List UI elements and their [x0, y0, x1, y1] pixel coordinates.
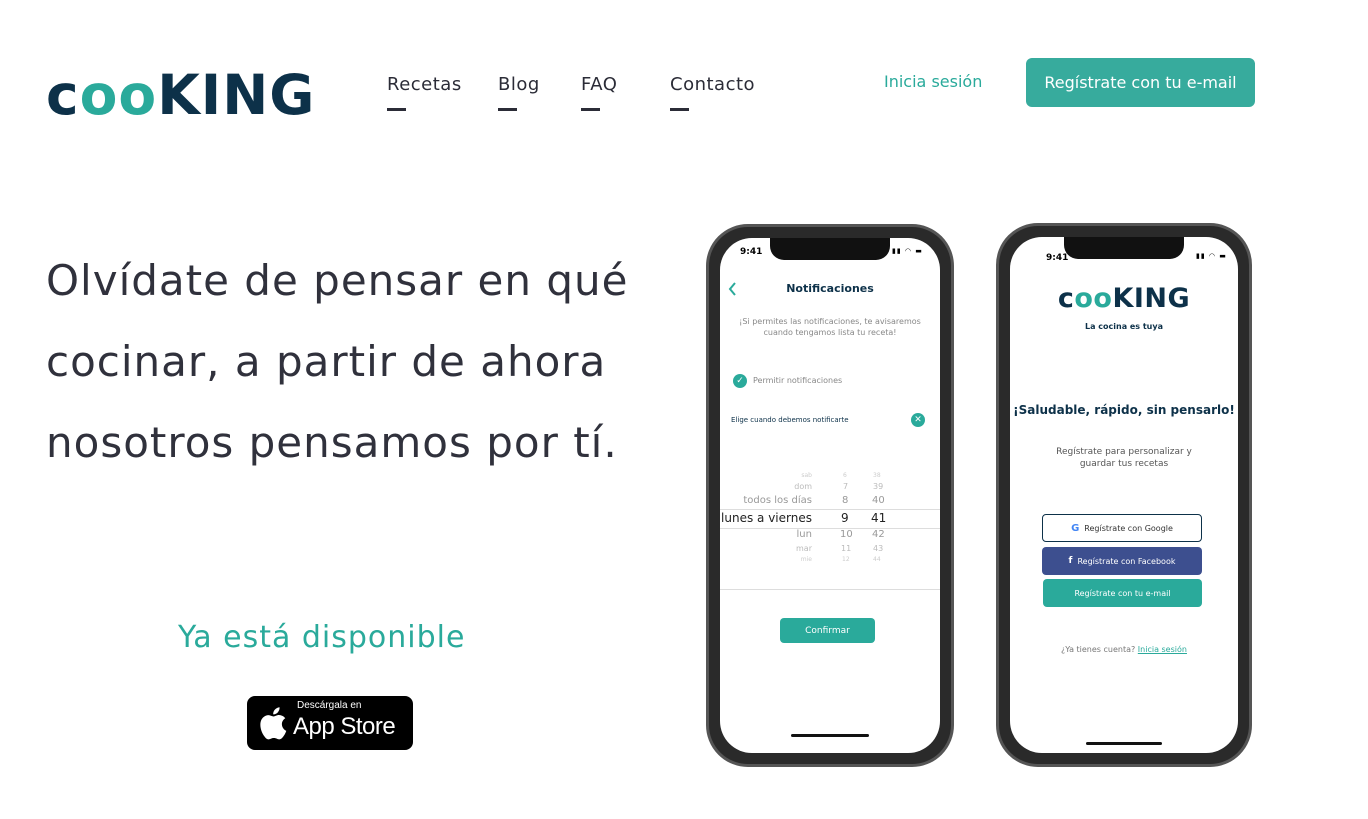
email-signup-button[interactable]: Regístrate con tu e-mail [1043, 579, 1202, 607]
nav-underline [670, 108, 689, 111]
login-prompt: ¿Ya tienes cuenta? Inicia sesión [1010, 645, 1238, 654]
phone-signup: 9:41 ▮▮ ◠ ▬ cooKING La cocina es tuya ¡S… [996, 223, 1252, 767]
hero-line: cocinar, a partir de ahora [46, 337, 607, 386]
nav-underline [498, 108, 517, 111]
desc-line: Regístrate para personalizar y [1056, 447, 1192, 457]
nav-underline [387, 108, 406, 111]
google-signup-button[interactable]: G Regístrate con Google [1042, 514, 1202, 542]
brand-logo[interactable]: cooKING [46, 62, 315, 128]
google-icon: G [1071, 522, 1080, 534]
nav-faq[interactable]: FAQ [581, 74, 617, 111]
nav-recetas[interactable]: Recetas [387, 74, 462, 111]
availability-text: Ya está disponible [178, 620, 466, 655]
confirm-button[interactable]: Confirmar [780, 618, 875, 643]
logo-part1: c [1057, 283, 1075, 314]
desc-line: guardar tus recetas [1079, 459, 1169, 469]
signup-email-button[interactable]: Regístrate con tu e-mail [1026, 58, 1255, 107]
logo-part3: KING [157, 63, 316, 127]
nav-label: Recetas [387, 74, 462, 95]
desc-line: cuando tengamos lista tu receta! [763, 328, 897, 337]
phone-screen: 9:41 ▮▮ ◠ ▬ cooKING La cocina es tuya ¡S… [1010, 237, 1238, 753]
signup-headline: ¡Saludable, rápido, sin pensarlo! [1013, 403, 1235, 417]
time-picker[interactable]: sab 6 38 dom 7 39 todos los días 8 40 lunes a … [720, 472, 940, 592]
signup-description: Regístrate para personalizar y guardar t… [1010, 446, 1238, 470]
nav-underline [581, 108, 600, 111]
app-store-small-text: Descárgala en [297, 700, 362, 711]
home-indicator [791, 734, 869, 737]
nav-contacto[interactable]: Contacto [670, 74, 755, 111]
app-tagline: La cocina es tuya [1085, 322, 1163, 331]
check-icon[interactable]: ✓ [733, 374, 747, 388]
phone-notifications: 9:41 ▮▮ ◠ ▬ Notificaciones ¡Si permites … [706, 224, 954, 767]
facebook-signup-button[interactable]: f Regístrate con Facebook [1042, 547, 1202, 575]
account-question: ¿Ya tienes cuenta? [1061, 645, 1136, 654]
close-icon[interactable]: ✕ [911, 413, 925, 427]
apple-icon [260, 707, 287, 740]
google-label: Regístrate con Google [1084, 523, 1173, 533]
status-time: 9:41 [740, 247, 763, 257]
facebook-label: Regístrate con Facebook [1077, 556, 1176, 566]
allow-notifications-label: Permitir notificaciones [753, 376, 843, 385]
app-store-badge[interactable]: Descárgala en App Store [247, 696, 413, 750]
choose-time-label: Elige cuando debemos notificarte [731, 416, 849, 424]
logo-part2: oo [79, 63, 158, 127]
status-time: 9:41 [1046, 253, 1069, 263]
app-store-big-text: App Store [293, 713, 396, 740]
home-indicator [1086, 742, 1162, 745]
nav-label: Blog [498, 74, 540, 95]
phone-notch [1064, 237, 1184, 259]
picker-divider [720, 589, 940, 590]
logo-part1: c [46, 63, 80, 127]
login-link[interactable]: Inicia sesión [1138, 645, 1187, 654]
nav-label: FAQ [581, 74, 618, 95]
hero-line: Olvídate de pensar en qué [46, 256, 629, 305]
nav-label: Contacto [670, 74, 756, 95]
logo-part2: oo [1074, 283, 1113, 314]
nav-blog[interactable]: Blog [498, 74, 540, 111]
phone-screen: 9:41 ▮▮ ◠ ▬ Notificaciones ¡Si permites … [720, 238, 940, 753]
facebook-icon: f [1068, 556, 1073, 566]
status-icons: ▮▮ ◠ ▬ [892, 247, 923, 255]
app-logo: cooKING [1010, 283, 1238, 314]
notifications-description: ¡Si permites las notificaciones, te avis… [720, 316, 940, 338]
hero-headline: Olvídate de pensar en qué cocinar, a par… [46, 240, 646, 483]
status-icons: ▮▮ ◠ ▬ [1196, 252, 1227, 260]
desc-line: ¡Si permites las notificaciones, te avis… [739, 317, 921, 326]
login-link[interactable]: Inicia sesión [884, 72, 982, 91]
logo-part3: KING [1112, 283, 1191, 314]
phone-notch [770, 238, 890, 260]
screen-title: Notificaciones [786, 282, 874, 295]
hero-line: nosotros pensamos por tí. [46, 418, 618, 467]
